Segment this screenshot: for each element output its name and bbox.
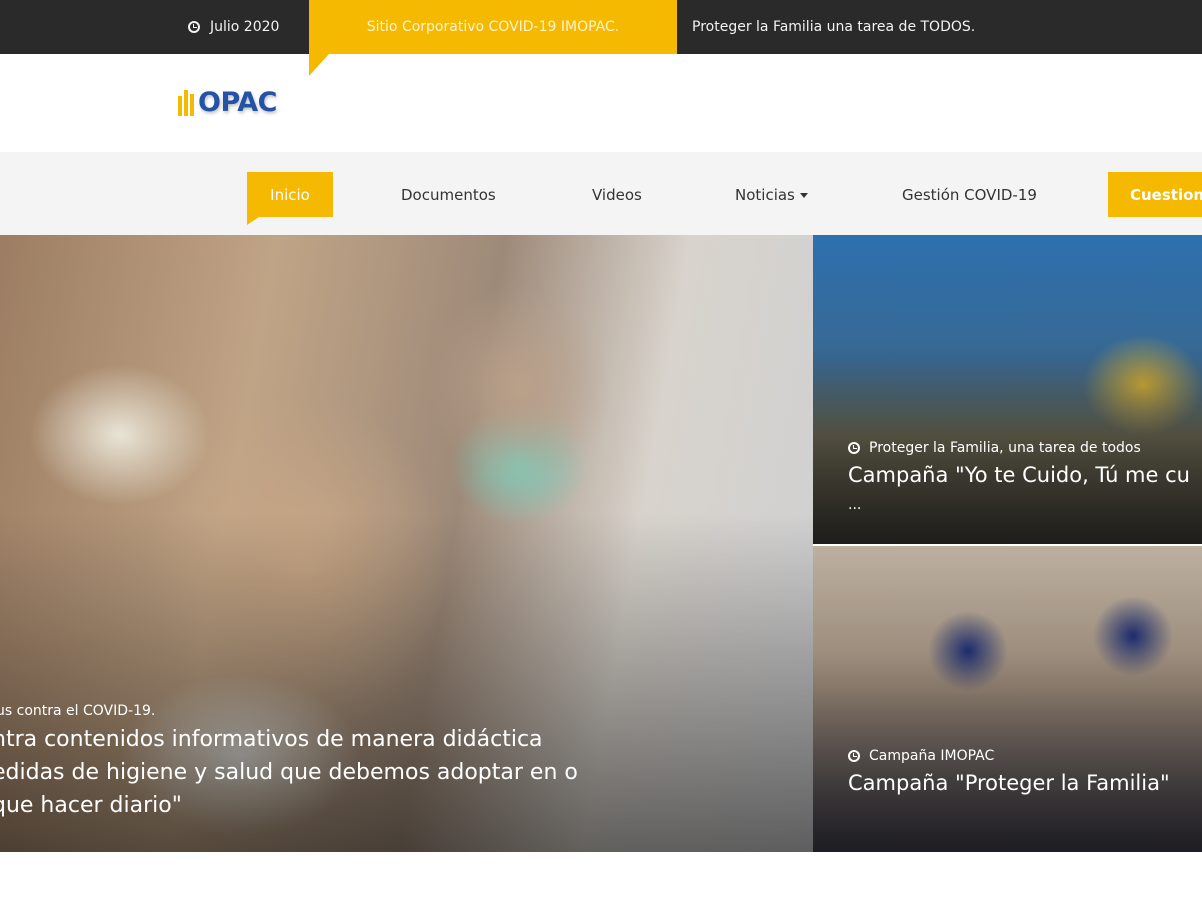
nav-label: Inicio [270,185,310,204]
main-nav: Inicio Documentos Videos Noticias Gestió… [0,152,1202,235]
news-card[interactable]: Proteger la Familia, una tarea de todos … [813,235,1202,544]
nav-label: Gestión COVID-19 [902,185,1037,204]
imopac-logo[interactable]: OPAC [178,84,277,120]
clock-icon [848,750,860,762]
news-card[interactable]: Campaña IMOPAC Campaña "Proteger la Fami… [813,546,1202,852]
nav-label: Cuestione [1130,185,1202,204]
card-title[interactable]: Campaña "Yo te Cuido, Tú me cu [848,460,1190,490]
logo-text: OPAC [198,86,277,118]
nav-label: Videos [592,185,642,204]
clock-icon [188,21,200,33]
card-meta: Campaña IMOPAC [848,748,994,764]
site-tag-arrow [309,54,329,76]
card-meta: Proteger la Familia, una tarea de todos [848,440,1141,456]
nav-label: Documentos [401,185,496,204]
nav-item-documentos[interactable]: Documentos [401,172,496,217]
nav-item-noticias[interactable]: Noticias [735,172,808,217]
card-category: Campaña IMOPAC [869,748,995,764]
tagline: Proteger la Familia una tarea de TODOS. [692,0,975,54]
tagline-text: Proteger la Familia una tarea de TODOS. [692,19,976,35]
date-display: Julio 2020 [188,0,279,54]
logo-mark [178,88,196,116]
hero-slide[interactable]: us contra el COVID-19. ntra contenidos i… [0,235,813,852]
nav-item-gestion-covid[interactable]: Gestión COVID-19 [902,172,1037,217]
nav-label: Noticias [735,185,795,204]
card-ellipsis: ... [848,497,862,513]
date-text: Julio 2020 [210,19,280,35]
card-title[interactable]: Campaña "Proteger la Familia" [848,768,1170,798]
hero-category: us contra el COVID-19. [0,703,156,719]
nav-item-cuestionario[interactable]: Cuestione [1108,172,1202,217]
top-bar: Julio 2020 Sitio Corporativo COVID-19 IM… [0,0,1202,54]
nav-item-videos[interactable]: Videos [592,172,642,217]
site-tag: Sitio Corporativo COVID-19 IMOPAC. [309,0,677,54]
nav-item-inicio[interactable]: Inicio [247,172,333,225]
card-category: Proteger la Familia, una tarea de todos [869,440,1141,456]
caret-down-icon [799,193,808,198]
site-tag-text: Sitio Corporativo COVID-19 IMOPAC. [366,19,620,35]
clock-icon [848,442,860,454]
hero-title[interactable]: ntra contenidos informativos de manera d… [0,723,592,822]
